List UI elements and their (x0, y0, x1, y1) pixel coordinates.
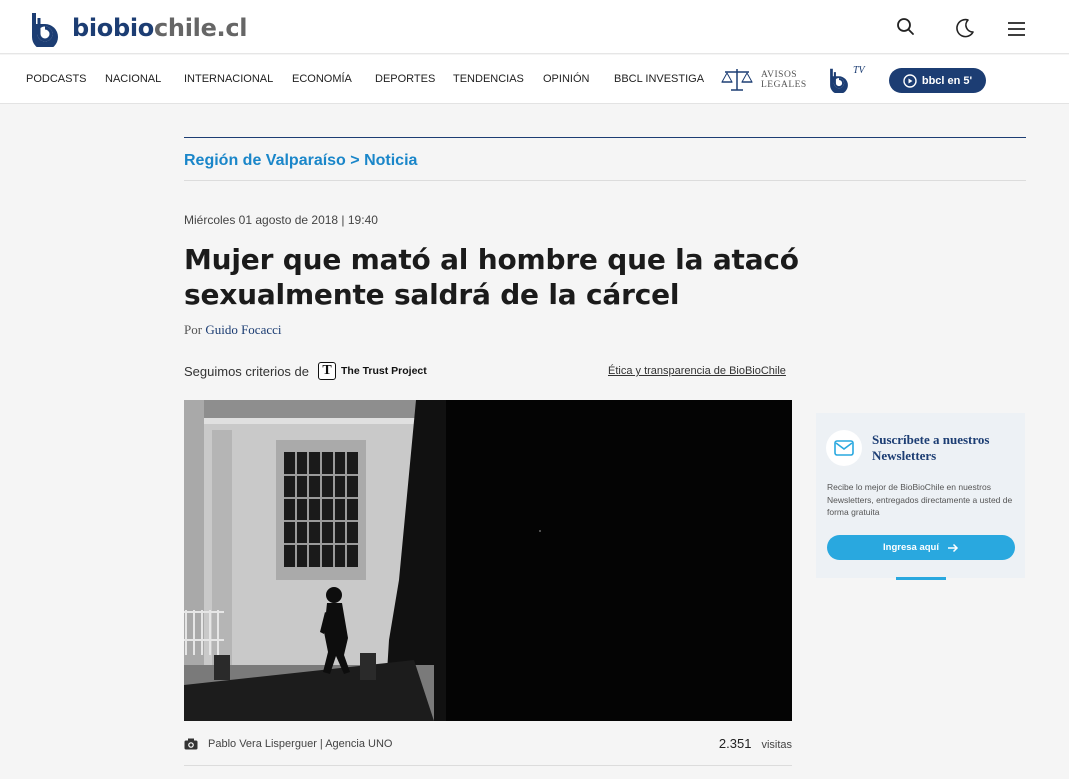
photo-facade-silhouette (184, 400, 792, 721)
breadcrumb: Región de Valparaíso > Noticia (184, 152, 417, 170)
author-link[interactable]: Guido Focacci (205, 322, 281, 337)
trust-project-name: The Trust Project (341, 365, 427, 377)
bbcl-en-5-label: bbcl en 5' (921, 74, 973, 87)
article-headline: Mujer que mató al hombre que la atacó se… (184, 243, 799, 311)
nav-item-economia[interactable]: ECONOMÍA (292, 73, 352, 85)
avisos-legales-link[interactable]: AVISOS LEGALES (721, 67, 807, 93)
nav-item-opinion[interactable]: OPINIÓN (543, 73, 589, 85)
article-date: Miércoles 01 agosto de 2018 | 19:40 (184, 213, 378, 227)
nav-item-nacional[interactable]: NACIONAL (105, 73, 161, 85)
newsletter-signup-button[interactable]: Ingresa aquí (827, 535, 1015, 560)
tv-label: TV (853, 65, 865, 76)
nav-item-bbcl-investiga[interactable]: BBCL INVESTIGA (614, 73, 704, 85)
play-clock-icon (903, 73, 917, 88)
trust-prefix: Seguimos criterios de (184, 363, 309, 379)
camera-icon (184, 738, 198, 750)
visits-label: visitas (761, 739, 792, 751)
dark-mode-moon-icon[interactable] (954, 17, 976, 39)
byline-prefix: Por (184, 322, 203, 337)
logo-wordmark: biobiochile.cl (72, 14, 248, 42)
nav-item-tendencias[interactable]: TENDENCIAS (453, 73, 524, 85)
breadcrumb-separator: > (350, 152, 360, 169)
search-icon[interactable] (895, 16, 917, 38)
trust-project-row: Seguimos criterios de T The Trust Projec… (184, 362, 427, 380)
arrow-right-icon (947, 543, 959, 552)
photo-credit: Pablo Vera Lisperguer | Agencia UNO (208, 738, 393, 750)
scales-icon (721, 69, 753, 91)
breadcrumb-section-link[interactable]: Región de Valparaíso (184, 152, 346, 169)
nav-item-internacional[interactable]: INTERNACIONAL (184, 73, 273, 85)
biobio-logo-icon (32, 13, 58, 47)
section-divider (184, 137, 1026, 138)
biobio-tv-logo-icon (830, 68, 848, 93)
newsletter-accent-bar (896, 577, 946, 580)
trust-project-link[interactable]: T The Trust Project (318, 362, 427, 380)
nav-item-deportes[interactable]: DEPORTES (375, 73, 435, 85)
newsletter-description: Recibe lo mejor de BioBioChile en nuestr… (827, 482, 1013, 517)
breadcrumb-divider (184, 180, 1026, 181)
menu-icon[interactable] (1006, 18, 1028, 40)
avisos-legales-label: AVISOS LEGALES (761, 70, 807, 90)
article-byline: Por Guido Focacci (184, 322, 281, 338)
visits-count: 2.351 (718, 736, 752, 751)
biobio-tv-link[interactable]: TV (826, 65, 865, 93)
article-main-photo (184, 400, 792, 721)
visit-counter: 2.351 visitas (719, 736, 792, 751)
nav-item-podcasts[interactable]: PODCASTS (26, 73, 87, 85)
bbcl-en-5-button[interactable]: bbcl en 5' (889, 68, 986, 93)
breadcrumb-type-link[interactable]: Noticia (364, 152, 417, 169)
site-header: biobiochile.cl (0, 0, 1069, 54)
photo-caption: Pablo Vera Lisperguer | Agencia UNO 2.35… (184, 732, 792, 756)
newsletter-widget: Suscríbete a nuestros Newsletters Recibe… (816, 413, 1025, 578)
envelope-icon (834, 440, 854, 456)
trust-project-logo-icon: T (318, 362, 336, 380)
main-nav: PODCASTS NACIONAL INTERNACIONAL ECONOMÍA… (0, 55, 1069, 104)
site-logo[interactable]: biobiochile.cl (26, 8, 248, 48)
newsletter-badge (826, 430, 862, 466)
caption-divider (184, 765, 792, 766)
newsletter-title: Suscríbete a nuestros Newsletters (872, 432, 990, 463)
newsletter-signup-label: Ingresa aquí (883, 542, 939, 553)
ethics-transparency-link[interactable]: Ética y transparencia de BioBioChile (608, 365, 786, 377)
